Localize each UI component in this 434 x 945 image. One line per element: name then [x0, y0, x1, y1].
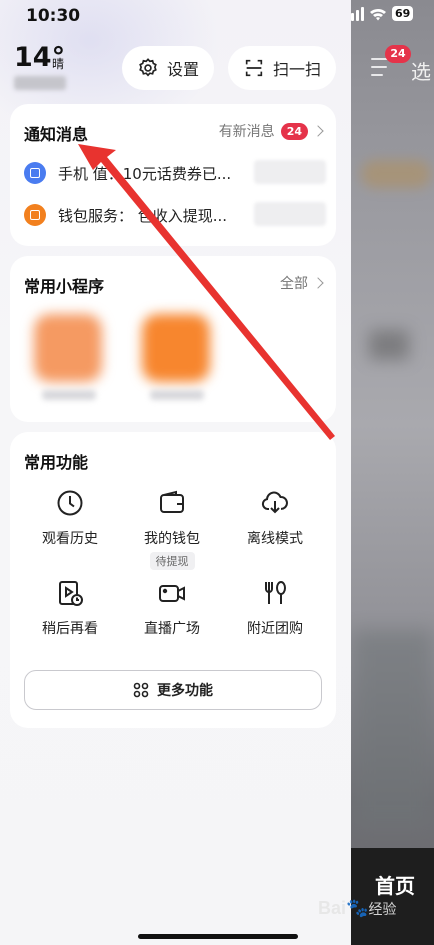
- signal-icon: [351, 6, 364, 21]
- phone-notice-icon: [24, 162, 46, 184]
- wallet-icon: [160, 490, 184, 513]
- live-camera-icon: [159, 585, 185, 602]
- notification-time-blurred: [254, 202, 326, 226]
- mini-program-name-blurred: [42, 390, 96, 400]
- func-label: 离线模式: [247, 531, 303, 547]
- wallet-notice-icon: [24, 204, 46, 226]
- background-app-blurred[interactable]: 69 24 选: [351, 0, 434, 945]
- watermark-brand: Bai: [318, 898, 347, 918]
- scan-icon: [245, 59, 263, 77]
- notification-item[interactable]: 钱包服务： 包收入提现...: [24, 204, 227, 226]
- baidu-watermark: Bai🐾经验: [318, 898, 397, 918]
- mini-program-thumb[interactable]: [142, 314, 210, 382]
- settings-button[interactable]: 设置: [122, 46, 214, 90]
- new-messages-link[interactable]: 有新消息 24: [218, 121, 324, 141]
- functions-card: 常用功能 观看历史 我的钱包 待提现 离线模式 稍后再看 直播广场 附近团购 更…: [10, 432, 336, 728]
- battery-icon: 69: [392, 6, 414, 21]
- status-icons: 69: [351, 6, 414, 21]
- background-bottom-bar: 首页: [351, 848, 434, 945]
- func-label: 我的钱包: [144, 531, 200, 547]
- message-count-badge: 24: [280, 122, 308, 140]
- chevron-right-icon: [312, 125, 324, 137]
- more-functions-button[interactable]: 更多功能: [24, 670, 322, 710]
- chevron-right-icon: [312, 277, 324, 289]
- background-badge: 24: [385, 45, 411, 63]
- side-drawer: 10:30 14° 晴 设置 扫一扫 通知消息 有新消息 24 手机 值：10元…: [0, 0, 351, 945]
- home-tab-label: 首页: [375, 874, 415, 898]
- func-label: 稍后再看: [42, 621, 98, 637]
- home-indicator: [138, 934, 298, 939]
- notification-time-blurred: [254, 160, 326, 184]
- mini-programs-title: 常用小程序: [24, 277, 105, 296]
- mini-program-name-blurred: [150, 390, 204, 400]
- notification-item[interactable]: 手机 值：10元话费券已...: [24, 162, 231, 184]
- grid-icon: [133, 682, 149, 698]
- wifi-icon: [370, 8, 386, 20]
- scan-label: 扫一扫: [272, 60, 321, 79]
- settings-label: 设置: [166, 60, 199, 79]
- gear-icon: [139, 58, 157, 77]
- func-label: 直播广场: [144, 621, 200, 637]
- clock-icon: [57, 490, 83, 516]
- more-functions-label: 更多功能: [157, 683, 213, 699]
- functions-title: 常用功能: [24, 453, 89, 472]
- watch-later-icon: [59, 581, 83, 606]
- new-messages-label: 有新消息: [218, 124, 275, 140]
- notification-text: 钱包服务： 包收入提现...: [58, 206, 228, 225]
- func-label: 观看历史: [42, 531, 98, 547]
- live-square-item[interactable]: 直播广场: [127, 578, 217, 638]
- offline-mode-item[interactable]: 离线模式: [230, 488, 320, 548]
- notification-text: 手机 值：10元话费券已...: [58, 164, 232, 183]
- my-wallet-item[interactable]: 我的钱包 待提现: [127, 488, 217, 570]
- func-label: 附近团购: [247, 621, 303, 637]
- all-mini-programs-link[interactable]: 全部: [280, 273, 324, 293]
- pending-withdraw-tag: 待提现: [149, 552, 195, 570]
- notifications-card: 通知消息 有新消息 24 手机 值：10元话费券已... 钱包服务： 包收入提现…: [10, 104, 336, 246]
- watch-history-item[interactable]: 观看历史: [25, 488, 115, 548]
- weather-location-blurred: [14, 76, 66, 90]
- mini-program-thumb[interactable]: [34, 314, 102, 382]
- mini-programs-card: 常用小程序 全部: [10, 256, 336, 422]
- watermark-suffix: 经验: [368, 901, 397, 917]
- weather-condition: 晴: [52, 57, 65, 71]
- notifications-title: 通知消息: [24, 125, 89, 144]
- scan-button[interactable]: 扫一扫: [228, 46, 336, 90]
- fork-spoon-icon: [265, 581, 286, 604]
- watch-later-item[interactable]: 稍后再看: [25, 578, 115, 638]
- status-time: 10:30: [26, 6, 81, 26]
- all-label: 全部: [280, 276, 308, 292]
- nearby-deals-item[interactable]: 附近团购: [230, 578, 320, 638]
- cloud-download-icon: [261, 491, 288, 514]
- background-select-text: 选: [411, 60, 431, 84]
